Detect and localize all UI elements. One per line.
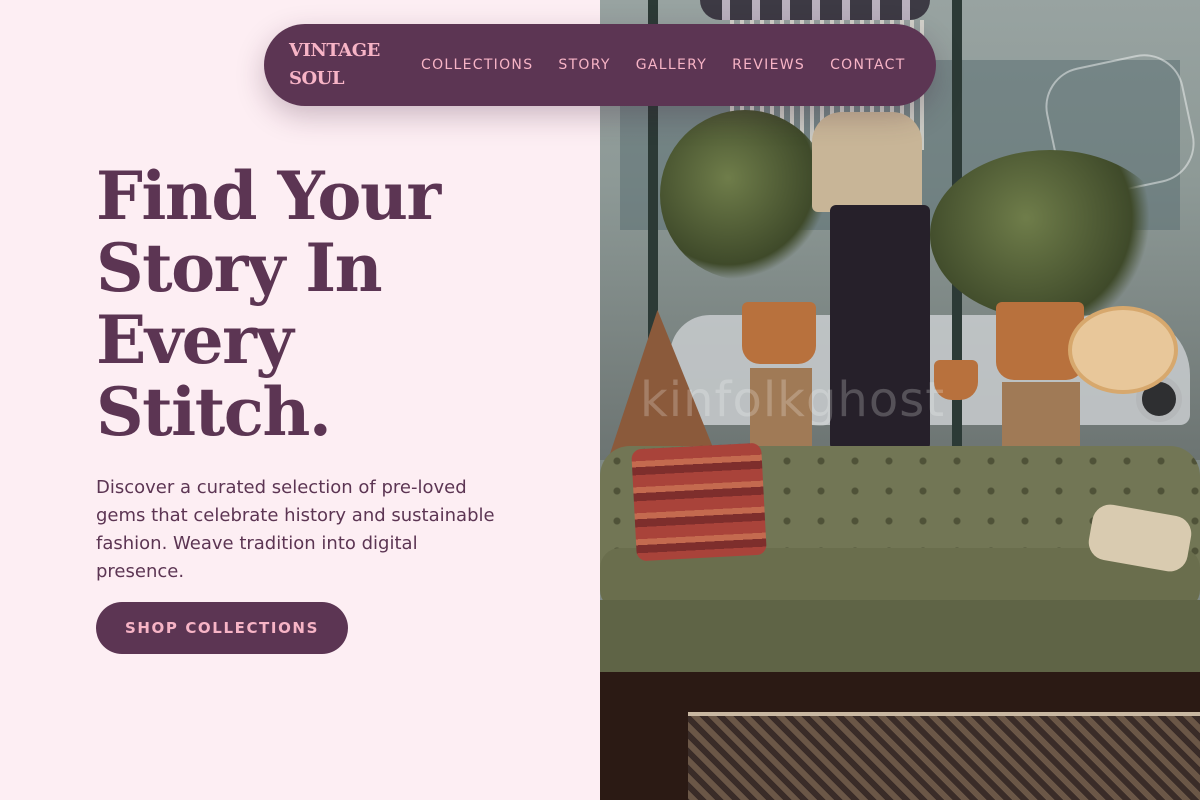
- bunting-decoration: [700, 0, 930, 20]
- ashby-window-sign: [1068, 306, 1178, 394]
- image-watermark: kinfolkghost: [640, 372, 946, 428]
- persian-rug: [688, 712, 1200, 800]
- nav-link-story[interactable]: STORY: [558, 57, 610, 73]
- nav-link-contact[interactable]: CONTACT: [830, 57, 906, 73]
- top-navigation: VINTAGE SOUL COLLECTIONS STORY GALLERY R…: [264, 24, 936, 106]
- hero-description: Discover a curated selection of pre-love…: [96, 477, 495, 582]
- mannequin-shirt: [812, 112, 922, 212]
- sofa-base: [600, 600, 1200, 674]
- hero-headline: Find Your Story In Every Stitch.: [96, 157, 441, 451]
- plant-pot: [742, 302, 816, 364]
- hero-text-panel: Find Your Story In Every Stitch. Discove…: [0, 0, 600, 800]
- shop-collections-button[interactable]: SHOP COLLECTIONS: [96, 602, 348, 654]
- nav-link-gallery[interactable]: GALLERY: [636, 57, 707, 73]
- nav-links: COLLECTIONS STORY GALLERY REVIEWS CONTAC…: [421, 24, 906, 106]
- nav-link-reviews[interactable]: REVIEWS: [732, 57, 805, 73]
- nav-link-collections[interactable]: COLLECTIONS: [421, 57, 533, 73]
- plant-foliage: [930, 150, 1170, 320]
- kilim-pillow: [631, 442, 767, 562]
- hero-image: kinfolkghost: [600, 0, 1200, 800]
- landing-page: Find Your Story In Every Stitch. Discove…: [0, 0, 1200, 800]
- brand-logo[interactable]: VINTAGE SOUL: [289, 37, 389, 93]
- plant-foliage: [660, 110, 830, 280]
